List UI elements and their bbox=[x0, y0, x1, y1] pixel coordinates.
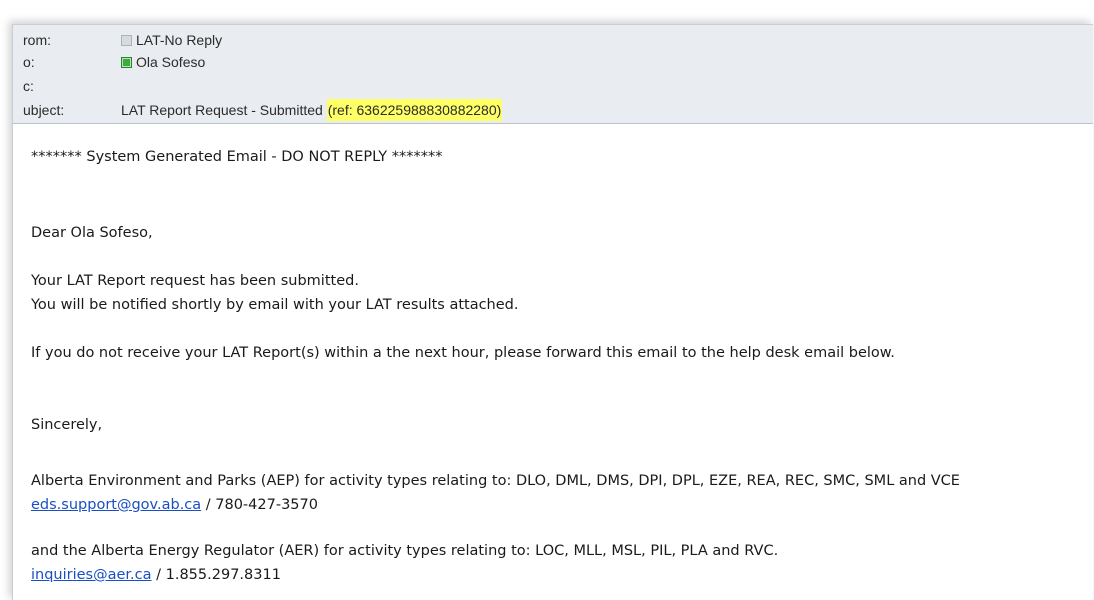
aer-contact: inquiries@aer.ca / 1.855.297.8311 bbox=[31, 565, 281, 585]
to-value[interactable]: Ola Sofeso bbox=[121, 51, 205, 73]
aep-contact: eds.support@gov.ab.ca / 780-427-3570 bbox=[31, 495, 318, 515]
from-name[interactable]: LAT-No Reply bbox=[136, 29, 222, 51]
subject-text: LAT Report Request - Submitted bbox=[121, 102, 327, 118]
from-value[interactable]: LAT-No Reply bbox=[121, 29, 222, 51]
aep-phone: / 780-427-3570 bbox=[201, 497, 318, 513]
aer-line: and the Alberta Energy Regulator (AER) f… bbox=[31, 543, 779, 559]
aep-line: Alberta Environment and Parks (AEP) for … bbox=[31, 473, 960, 489]
para1-line1: Your LAT Report request has been submitt… bbox=[31, 273, 359, 289]
subject-ref-highlight: (ref: 636225988830882280) bbox=[326, 99, 503, 121]
presence-online-icon bbox=[121, 56, 132, 68]
screenshot-frame: rom: LAT-No Reply o: Ola Sofeso c: ubjec… bbox=[0, 0, 1094, 600]
cc-label: c: bbox=[23, 78, 34, 94]
subject-value: LAT Report Request - Submitted (ref: 636… bbox=[121, 99, 503, 121]
to-name[interactable]: Ola Sofeso bbox=[136, 51, 205, 73]
from-label: rom: bbox=[23, 32, 51, 48]
para1-line2: You will be notified shortly by email wi… bbox=[31, 297, 519, 313]
para2: If you do not receive your LAT Report(s)… bbox=[31, 345, 895, 361]
closing: Sincerely, bbox=[31, 417, 103, 433]
greeting: Dear Ola Sofeso, bbox=[31, 225, 153, 241]
subject-label: ubject: bbox=[23, 102, 65, 118]
aep-email-link[interactable]: eds.support@gov.ab.ca bbox=[31, 497, 201, 513]
aer-phone: / 1.855.297.8311 bbox=[151, 567, 281, 583]
aer-email-link[interactable]: inquiries@aer.ca bbox=[31, 567, 152, 583]
system-banner: ******* System Generated Email - DO NOT … bbox=[31, 149, 443, 165]
presence-unknown-icon bbox=[121, 34, 132, 46]
email-header: rom: LAT-No Reply o: Ola Sofeso c: ubjec… bbox=[13, 25, 1093, 124]
to-label: o: bbox=[23, 54, 35, 70]
email-window: rom: LAT-No Reply o: Ola Sofeso c: ubjec… bbox=[12, 24, 1093, 600]
